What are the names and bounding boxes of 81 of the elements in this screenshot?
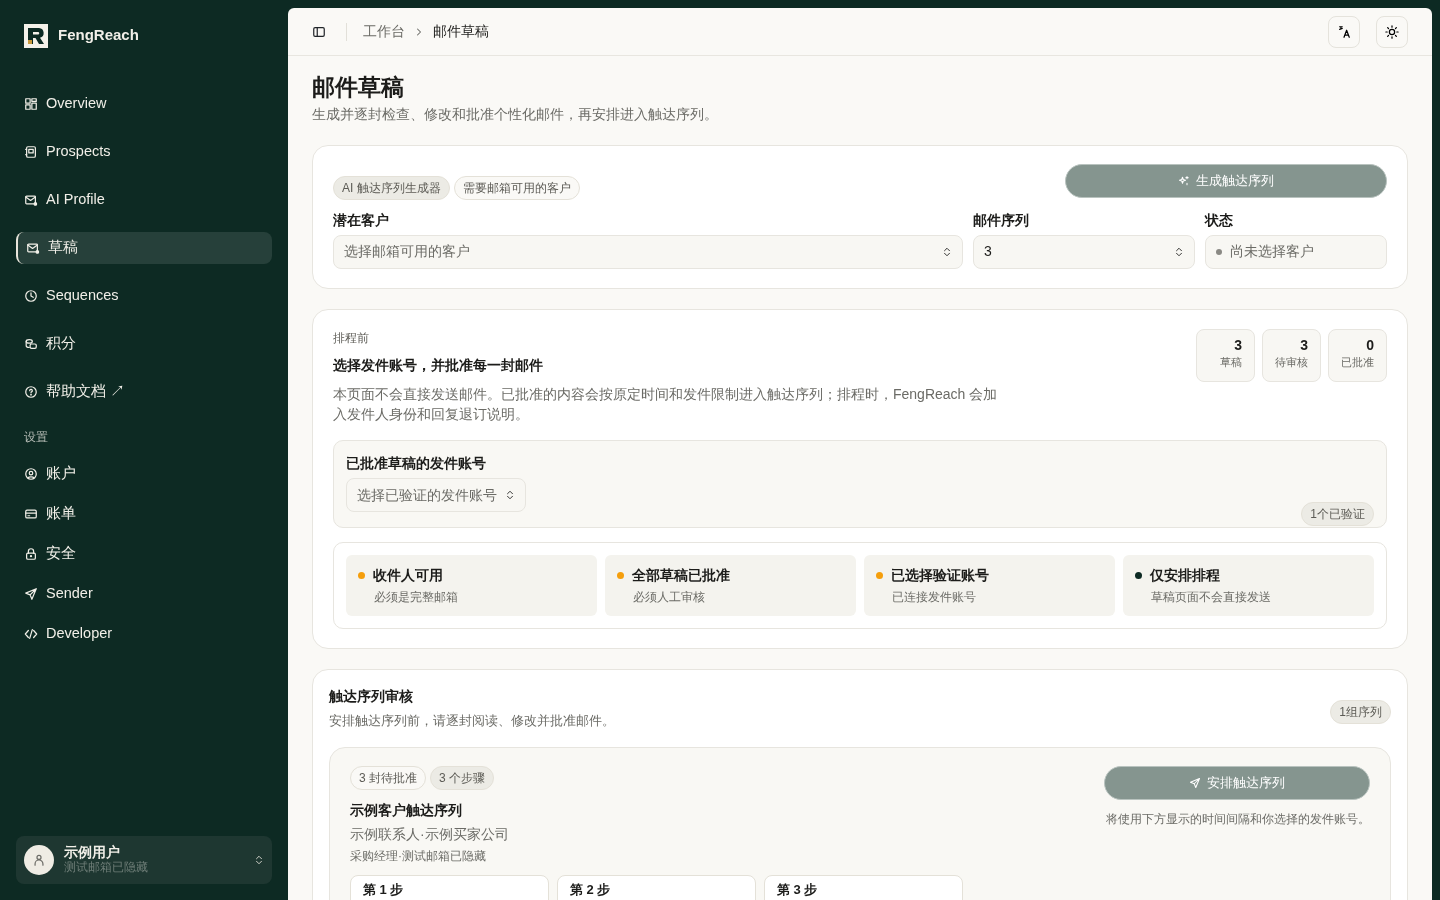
- verified-badge: 1个已验证: [1301, 502, 1374, 527]
- help-icon: [24, 385, 38, 399]
- coins-icon: [24, 337, 38, 351]
- stat-tile: 0 已批准: [1328, 328, 1387, 382]
- section-title: 触达序列审核: [329, 687, 414, 707]
- sidebar-item[interactable]: Developer: [16, 618, 272, 650]
- status-text: 尚未选择客户: [1230, 242, 1314, 262]
- mail-icon: [24, 193, 38, 207]
- checklist-item: 收件人可用 必须是完整邮箱: [346, 555, 597, 617]
- prospect-select[interactable]: 选择邮箱可用的客户: [333, 234, 963, 269]
- tag: 3 封待批准: [350, 765, 426, 790]
- lock-icon: [24, 547, 38, 561]
- sequence-select[interactable]: 3: [973, 234, 1195, 269]
- sidebar-toggle-button[interactable]: [312, 24, 326, 39]
- section-label: 设置: [23, 429, 49, 446]
- sidebar-item[interactable]: 帮助文档 ↗: [16, 376, 272, 408]
- sparkle-icon: [1178, 174, 1190, 187]
- section-subtitle: 安排触达序列前，请逐封阅读、修改并批准邮件。: [329, 712, 615, 731]
- user-avatar-icon: [32, 852, 46, 867]
- dashboard-icon: [24, 97, 38, 111]
- sidebar-item[interactable]: Prospects: [16, 136, 272, 168]
- eyebrow-text: 排程前: [333, 329, 370, 347]
- contact-card-icon: [24, 145, 38, 159]
- sidebar-item[interactable]: 账户: [16, 458, 272, 490]
- user-name: 示例用户: [64, 843, 121, 861]
- user-email: 测试邮箱已隐藏: [64, 860, 149, 876]
- sidebar-item[interactable]: 安全: [16, 538, 272, 570]
- breadcrumb-current: 邮件草稿: [433, 22, 489, 41]
- stat-tile: 3 待审核: [1262, 328, 1321, 382]
- checklist-item: 已选择验证账号 已连接发件账号: [864, 555, 1115, 617]
- stat-tile: 3 草稿: [1196, 328, 1255, 382]
- code-icon: [24, 627, 38, 641]
- panel-icon: [312, 24, 326, 39]
- tag: 3 个步骤: [430, 765, 495, 790]
- sidebar-item[interactable]: 草稿: [16, 232, 272, 264]
- tag: AI 触达序列生成器: [333, 175, 450, 200]
- sidebar-item[interactable]: Sender: [16, 578, 272, 610]
- send-icon: [1189, 776, 1201, 789]
- chevron-updown-icon: [254, 853, 264, 866]
- section-title: 选择发件账号，并批准每一封邮件: [333, 355, 544, 375]
- sidebar-item[interactable]: 账单: [16, 498, 272, 530]
- field-label: 潜在客户: [333, 210, 390, 230]
- sun-icon: [1385, 24, 1399, 39]
- sidebar-item[interactable]: AI Profile: [16, 184, 272, 216]
- field-label: 状态: [1205, 210, 1234, 230]
- sidebar-item[interactable]: Sequences: [16, 280, 272, 312]
- step-tab[interactable]: 第 2 步: [557, 874, 756, 900]
- brand-name: FengReach: [58, 25, 139, 45]
- checklist-item: 全部草稿已批准 必须人工审核: [605, 555, 856, 617]
- step-tab[interactable]: 第 3 步: [764, 874, 963, 900]
- theme-toggle-button[interactable]: [1376, 15, 1408, 48]
- logo-icon: [24, 24, 48, 48]
- role-text: 采购经理·测试邮箱已隐藏: [350, 847, 487, 865]
- user-icon: [24, 467, 38, 481]
- chevron-updown-icon: [505, 489, 515, 502]
- contact-text: 示例联系人·示例买家公司: [350, 824, 509, 844]
- section-description: 本页面不会直接发送邮件。已批准的内容会按原定时间和发件限制进入触达序列；排程时，FengReach 会加入发件人身份和回复退订说明。: [333, 384, 999, 424]
- translate-button[interactable]: [1328, 15, 1360, 48]
- sequence-title: 示例客户触达序列: [350, 800, 463, 820]
- user-menu[interactable]: 示例用户 测试邮箱已隐藏: [16, 835, 272, 884]
- step-tab[interactable]: 第 1 步: [350, 874, 549, 900]
- breadcrumb-link[interactable]: 工作台: [363, 21, 405, 42]
- clock-icon: [24, 289, 38, 303]
- credit-card-icon: [24, 507, 38, 521]
- page-subtitle: 生成并逐封检查、修改和批准个性化邮件，再安排进入触达序列。: [312, 104, 719, 124]
- send-icon: [24, 587, 38, 601]
- status-dot: [1216, 248, 1222, 255]
- sidebar-item[interactable]: Overview: [16, 88, 272, 120]
- field-label: 邮件序列: [973, 210, 1030, 230]
- chevron-updown-icon: [1174, 245, 1184, 258]
- checklist-item: 仅安排排程 草稿页面不会直接发送: [1123, 555, 1374, 617]
- mail-icon: [26, 241, 40, 255]
- translate-icon: [1337, 24, 1351, 39]
- page-title: 邮件草稿: [312, 74, 405, 102]
- count-badge: 1组序列: [1330, 700, 1391, 725]
- helper-text: 将使用下方显示的时间间隔和你选择的发件账号。: [1106, 810, 1370, 828]
- chevron-updown-icon: [942, 245, 952, 258]
- field-label: 已批准草稿的发件账号: [346, 454, 487, 474]
- sidebar-item[interactable]: 积分: [16, 328, 272, 360]
- sender-select[interactable]: 选择已验证的发件账号: [346, 478, 526, 513]
- tag: 需要邮箱可用的客户: [453, 175, 580, 200]
